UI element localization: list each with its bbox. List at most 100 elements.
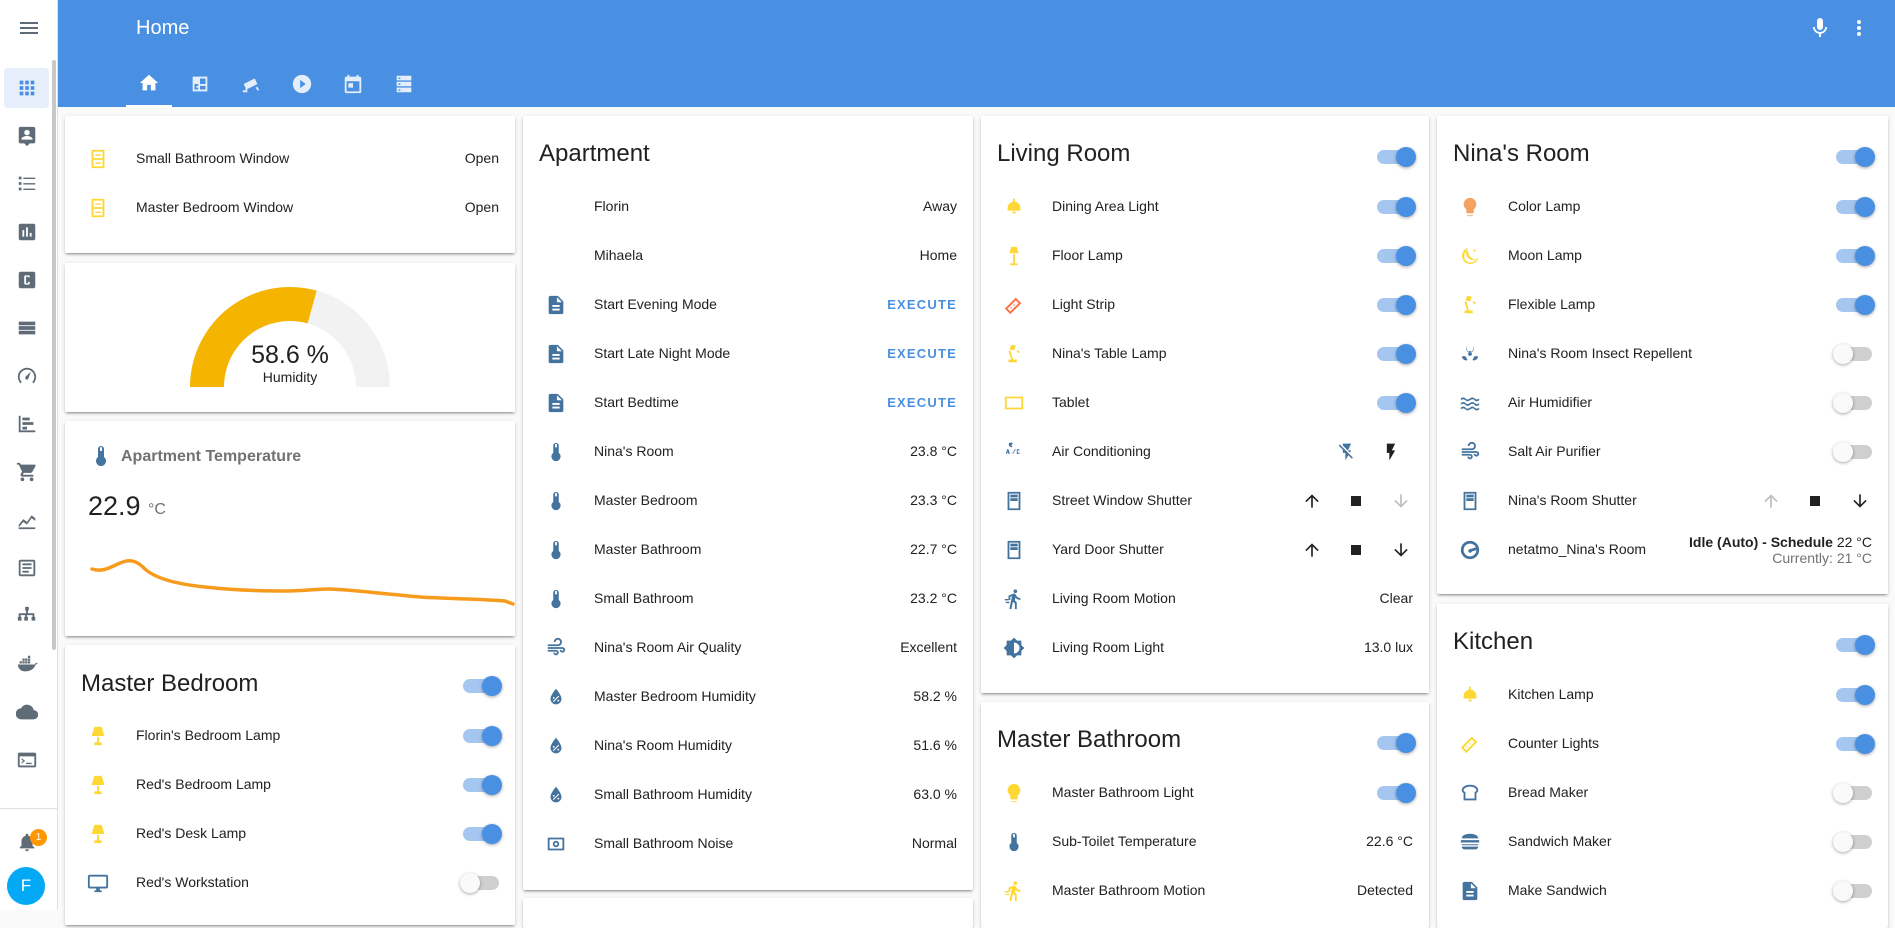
sidebar-item-server[interactable] xyxy=(4,308,49,348)
entity-row[interactable]: Small Bathroom Window Open xyxy=(65,135,515,184)
entity-row[interactable]: Color Lamp xyxy=(1437,183,1888,232)
entity-row[interactable]: Master Bathroom 22.7 °C xyxy=(523,526,973,575)
sidebar-item-gauge[interactable] xyxy=(4,356,49,396)
entity-row[interactable]: Air Humidifier xyxy=(1437,379,1888,428)
entity-row[interactable]: Sandwich Maker xyxy=(1437,818,1888,867)
entity-row[interactable]: Mihaela Home xyxy=(523,232,973,281)
sidebar-item-logbook[interactable] xyxy=(4,164,49,204)
entity-row[interactable]: Small Bathroom Humidity 63.0 % xyxy=(523,771,973,820)
tab-home[interactable] xyxy=(126,60,172,107)
entity-row[interactable]: Tablet xyxy=(981,379,1429,428)
entity-row[interactable]: Counter Lights xyxy=(1437,720,1888,769)
entity-row[interactable]: Street Window Shutter xyxy=(981,477,1429,526)
entity-toggle[interactable] xyxy=(1833,344,1872,364)
card-header-toggle[interactable] xyxy=(1377,147,1416,167)
entity-row[interactable]: Nina's Room Shutter xyxy=(1437,477,1888,526)
entity-toggle[interactable] xyxy=(1377,295,1416,315)
stop-icon[interactable] xyxy=(1344,489,1368,513)
entity-row[interactable]: Make Sandwich xyxy=(1437,867,1888,916)
entity-row[interactable]: Sub-Toilet Temperature 22.6 °C xyxy=(981,818,1429,867)
entity-row[interactable]: Nina's Room Air Quality Excellent xyxy=(523,624,973,673)
sidebar-item-docker[interactable] xyxy=(4,644,49,684)
entity-toggle[interactable] xyxy=(1836,685,1875,705)
sidebar-item-stats[interactable] xyxy=(4,500,49,540)
entity-toggle[interactable] xyxy=(463,726,502,746)
arrow-down-icon[interactable] xyxy=(1389,538,1413,562)
card-header-toggle[interactable] xyxy=(1836,635,1875,655)
entity-toggle[interactable] xyxy=(1833,783,1872,803)
entity-toggle[interactable] xyxy=(1377,393,1416,413)
sidebar-item-chart[interactable] xyxy=(4,404,49,444)
sidebar-item-network[interactable] xyxy=(4,596,49,636)
entity-row[interactable]: Air Conditioning xyxy=(981,428,1429,477)
flash-off-icon[interactable] xyxy=(1335,440,1359,464)
entity-row[interactable]: Kitchen Lamp xyxy=(1437,671,1888,720)
microphone-icon[interactable] xyxy=(1808,16,1832,40)
entity-toggle[interactable] xyxy=(1377,344,1416,364)
entity-toggle[interactable] xyxy=(1377,197,1416,217)
arrow-down-icon[interactable] xyxy=(1389,489,1413,513)
sidebar-item-terminal[interactable] xyxy=(4,740,49,780)
execute-button[interactable]: EXECUTE xyxy=(887,395,957,410)
stop-icon[interactable] xyxy=(1344,538,1368,562)
arrow-down-icon[interactable] xyxy=(1848,489,1872,513)
sidebar-item-history[interactable] xyxy=(4,212,49,252)
entity-row[interactable]: Master Bedroom 23.3 °C xyxy=(523,477,973,526)
sidebar-scrollbar[interactable] xyxy=(52,60,56,650)
entity-toggle[interactable] xyxy=(1833,442,1872,462)
entity-row[interactable]: Living Room Motion Clear xyxy=(981,575,1429,624)
execute-button[interactable]: EXECUTE xyxy=(887,297,957,312)
humidity-gauge-card[interactable]: 58.6 % Humidity xyxy=(65,263,515,412)
entity-toggle[interactable] xyxy=(1833,881,1872,901)
entity-toggle[interactable] xyxy=(1377,783,1416,803)
entity-row[interactable]: Salt Air Purifier xyxy=(1437,428,1888,477)
entity-row[interactable]: Master Bedroom Window Open xyxy=(65,184,515,233)
menu-icon[interactable] xyxy=(0,0,58,56)
card-header-toggle[interactable] xyxy=(1836,147,1875,167)
entity-row[interactable]: Light Strip xyxy=(981,281,1429,330)
user-avatar[interactable]: F xyxy=(7,867,45,905)
entity-row[interactable]: Red's Workstation xyxy=(65,859,515,908)
entity-toggle[interactable] xyxy=(460,873,499,893)
entity-row[interactable]: Red's Desk Lamp xyxy=(65,810,515,859)
entity-toggle[interactable] xyxy=(463,824,502,844)
entity-toggle[interactable] xyxy=(1836,295,1875,315)
entity-row[interactable]: Florin's Bedroom Lamp xyxy=(65,712,515,761)
entity-row[interactable]: Living Room Light 13.0 lux xyxy=(981,624,1429,673)
sidebar-item-overview[interactable] xyxy=(4,68,49,108)
entity-toggle[interactable] xyxy=(1833,832,1872,852)
sidebar-item-shopping-list[interactable] xyxy=(4,452,49,492)
arrow-up-icon[interactable] xyxy=(1300,538,1324,562)
entity-row[interactable]: Nina's Room 23.8 °C xyxy=(523,428,973,477)
entity-row[interactable]: Nina's Table Lamp xyxy=(981,330,1429,379)
tab-servers[interactable] xyxy=(381,60,427,107)
more-options-icon[interactable] xyxy=(1847,16,1871,40)
entity-toggle[interactable] xyxy=(1836,197,1875,217)
card-header-toggle[interactable] xyxy=(1377,733,1416,753)
entity-row[interactable]: Flexible Lamp xyxy=(1437,281,1888,330)
entity-row[interactable]: Master Bathroom Light xyxy=(981,769,1429,818)
entity-toggle[interactable] xyxy=(1377,246,1416,266)
entity-row[interactable]: Master Bedroom Humidity 58.2 % xyxy=(523,673,973,722)
entity-row[interactable]: netatmo_Nina's Room Idle (Auto) - Schedu… xyxy=(1437,526,1888,575)
tab-cameras[interactable] xyxy=(228,60,274,107)
entity-toggle[interactable] xyxy=(1833,393,1872,413)
tab-floorplan[interactable] xyxy=(177,60,223,107)
entity-toggle[interactable] xyxy=(1836,734,1875,754)
entity-row[interactable]: Florin Away xyxy=(523,183,973,232)
entity-row[interactable]: Nina's Room Humidity 51.6 % xyxy=(523,722,973,771)
entity-toggle[interactable] xyxy=(1836,246,1875,266)
entity-row[interactable]: Moon Lamp xyxy=(1437,232,1888,281)
entity-toggle[interactable] xyxy=(463,775,502,795)
entity-row[interactable]: Red's Bedroom Lamp xyxy=(65,761,515,810)
entity-row[interactable]: Master Bathroom Motion Detected xyxy=(981,867,1429,916)
tab-calendar[interactable] xyxy=(330,60,376,107)
sidebar-item-c[interactable] xyxy=(4,260,49,300)
tab-media[interactable] xyxy=(279,60,325,107)
stop-icon[interactable] xyxy=(1803,489,1827,513)
entity-row[interactable]: Small Bathroom Noise Normal xyxy=(523,820,973,869)
arrow-up-icon[interactable] xyxy=(1300,489,1324,513)
entity-row[interactable]: Bread Maker xyxy=(1437,769,1888,818)
temperature-sensor-card[interactable]: Apartment Temperature 22.9 °C xyxy=(65,421,515,636)
entity-row[interactable]: Floor Lamp xyxy=(981,232,1429,281)
